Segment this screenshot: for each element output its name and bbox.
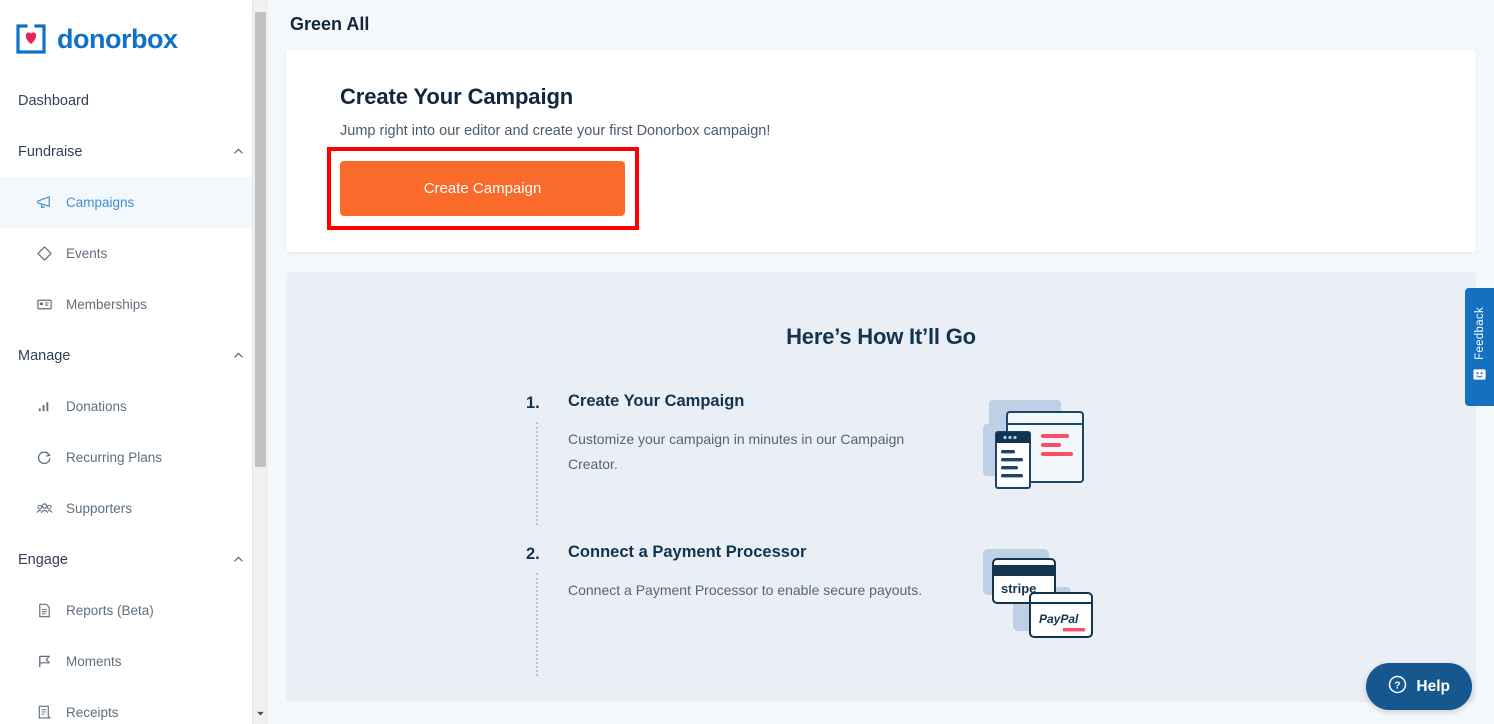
sidebar-item-label: Recurring Plans <box>66 450 163 465</box>
create-campaign-cta-wrap: Create Campaign <box>327 147 639 230</box>
people-group-icon <box>36 500 53 517</box>
svg-text:?: ? <box>1395 680 1401 691</box>
chevron-up-icon <box>232 553 245 566</box>
sidebar-group-label: Engage <box>18 551 68 568</box>
step-description: Customize your campaign in minutes in ou… <box>568 431 905 472</box>
feedback-tab[interactable]: Feedback <box>1465 288 1494 406</box>
create-campaign-heading: Create Your Campaign <box>340 84 574 109</box>
sidebar-item-moments[interactable]: Moments <box>0 636 267 687</box>
megaphone-icon <box>36 194 53 211</box>
step-number: 2. <box>526 545 540 563</box>
sidebar: donorbox Dashboard Fundraise Campaigns E… <box>0 0 268 724</box>
feedback-tab-label: Feedback <box>1473 306 1486 360</box>
sidebar-item-label: Memberships <box>66 297 148 312</box>
brand-name: donorbox <box>57 23 178 54</box>
step-number: 1. <box>526 394 540 412</box>
sidebar-item-label: Dashboard <box>18 93 89 109</box>
ticket-icon <box>36 245 53 262</box>
sidebar-nav: Dashboard Fundraise Campaigns Events Mem… <box>0 62 267 724</box>
sidebar-item-events[interactable]: Events <box>0 228 267 279</box>
step-description: Connect a Payment Processor to enable se… <box>568 582 923 598</box>
smiley-face-icon <box>1472 367 1487 387</box>
membership-card-icon <box>36 296 53 313</box>
create-campaign-button[interactable]: Create Campaign <box>340 161 625 216</box>
refresh-circle-icon <box>36 449 53 466</box>
sidebar-group-label: Manage <box>18 347 71 364</box>
step-title: Connect a Payment Processor <box>568 543 807 561</box>
svg-text:PayPal: PayPal <box>1039 612 1079 626</box>
step-body: Connect a Payment Processor Connect a Pa… <box>568 543 950 656</box>
bar-chart-icon <box>36 398 53 415</box>
sidebar-item-receipts[interactable]: Receipts <box>0 687 267 724</box>
sidebar-item-label: Receipts <box>66 705 119 720</box>
payment-cards-illustration: stripe PayPal <box>975 543 1105 656</box>
step-item: 1. Create Your Campaign Customize your c… <box>526 392 1476 525</box>
sidebar-scrollbar-thumb[interactable] <box>255 12 266 467</box>
sidebar-item-reports[interactable]: Reports (Beta) <box>0 585 267 636</box>
sidebar-item-label: Reports (Beta) <box>66 603 154 618</box>
help-button[interactable]: ? Help <box>1366 663 1472 710</box>
sidebar-item-donations[interactable]: Donations <box>0 381 267 432</box>
sidebar-item-label: Donations <box>66 399 127 414</box>
campaign-editor-illustration <box>975 392 1105 505</box>
document-lines-icon <box>36 602 53 619</box>
create-campaign-card: Create Your Campaign Jump right into our… <box>286 50 1476 252</box>
step-body: Create Your Campaign Customize your camp… <box>568 392 950 505</box>
sidebar-group-manage[interactable]: Manage <box>0 330 267 381</box>
help-button-label: Help <box>1416 677 1450 695</box>
sidebar-item-label: Events <box>66 246 108 261</box>
sidebar-item-label: Campaigns <box>66 195 135 210</box>
step-connector-line <box>536 422 538 525</box>
step-title: Create Your Campaign <box>568 392 745 410</box>
create-campaign-subtext: Jump right into our editor and create yo… <box>340 123 771 139</box>
sidebar-group-engage[interactable]: Engage <box>0 534 267 585</box>
receipt-icon <box>36 704 53 721</box>
sidebar-group-fundraise[interactable]: Fundraise <box>0 126 267 177</box>
how-it-works-steps: 1. Create Your Campaign Customize your c… <box>286 392 1476 676</box>
sidebar-item-dashboard[interactable]: Dashboard <box>0 76 267 126</box>
flag-icon <box>36 653 53 670</box>
sidebar-item-label: Supporters <box>66 501 133 516</box>
sidebar-group-label: Fundraise <box>18 143 83 160</box>
page-title: Green All <box>290 14 370 34</box>
scroll-down-arrow-icon[interactable] <box>253 706 267 721</box>
sidebar-scrollbar[interactable] <box>252 0 267 724</box>
sidebar-item-campaigns[interactable]: Campaigns <box>0 177 267 228</box>
sidebar-item-supporters[interactable]: Supporters <box>0 483 267 534</box>
chevron-up-icon <box>232 349 245 362</box>
sidebar-item-recurring-plans[interactable]: Recurring Plans <box>0 432 267 483</box>
how-it-works-panel: Here’s How It’ll Go 1. Create Your Campa… <box>286 272 1476 702</box>
sidebar-item-label: Moments <box>66 654 122 669</box>
question-circle-icon: ? <box>1388 675 1407 699</box>
how-it-works-heading: Here’s How It’ll Go <box>786 324 976 349</box>
sidebar-item-memberships[interactable]: Memberships <box>0 279 267 330</box>
step-connector-line <box>536 573 538 676</box>
donorbox-heart-box-icon <box>14 22 48 56</box>
app-root: donorbox Dashboard Fundraise Campaigns E… <box>0 0 1494 724</box>
brand-logo[interactable]: donorbox <box>0 0 267 62</box>
chevron-up-icon <box>232 145 245 158</box>
main-content: Green All Create Your Campaign Jump righ… <box>268 0 1494 724</box>
step-item: 2. Connect a Payment Processor Connect a… <box>526 543 1476 676</box>
